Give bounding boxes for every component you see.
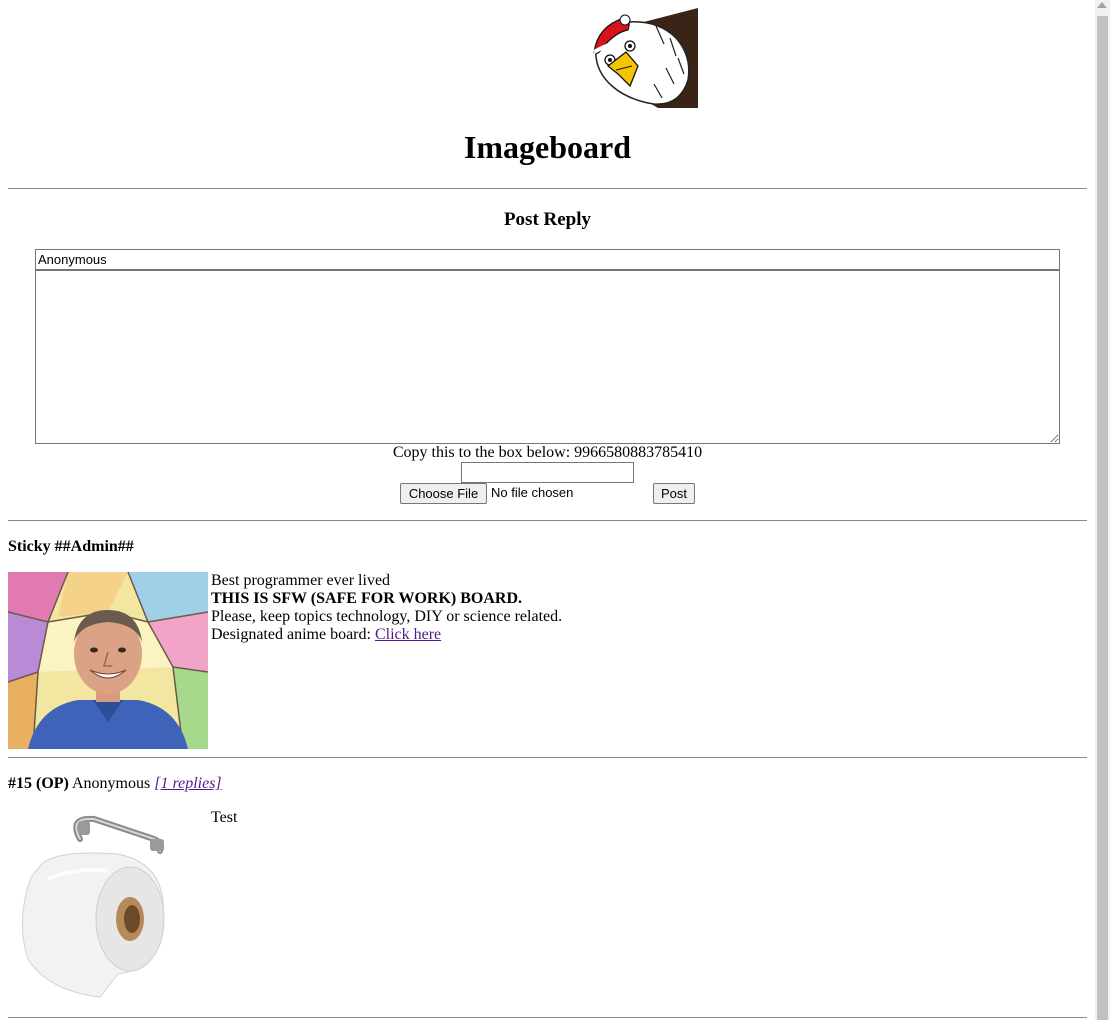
post-reply-heading: Post Reply <box>503 209 592 230</box>
page: Imageboard Post Reply Copy this to the b… <box>0 0 1095 1020</box>
sticky-body: Best programmer ever lived THIS IS SFW (… <box>211 572 562 644</box>
sticky-line-2: THIS IS SFW (SAFE FOR WORK) BOARD. <box>211 590 523 607</box>
eagle-logo <box>588 8 698 108</box>
thread-image[interactable] <box>8 809 208 1004</box>
divider <box>8 520 1087 521</box>
divider <box>8 1017 1087 1018</box>
sticky-line-4: Designated anime board: Click here <box>211 626 562 644</box>
choose-file-button[interactable]: Choose File <box>400 483 487 504</box>
scroll-up-arrow-icon[interactable] <box>1097 2 1107 8</box>
sticky-heading: Sticky ##Admin## <box>8 538 134 555</box>
captcha-input[interactable] <box>461 462 634 483</box>
file-status-text: No file chosen <box>491 485 574 500</box>
message-textarea[interactable] <box>35 270 1060 444</box>
sticky-line-4-prefix: Designated anime board: <box>211 626 375 643</box>
anime-board-link[interactable]: Click here <box>375 626 441 643</box>
captcha-prompt: Copy this to the box below: 996658088378… <box>392 444 703 461</box>
board-title: Imageboard <box>463 129 632 165</box>
thread-number: #15 (OP) <box>8 775 69 792</box>
thread-header: #15 (OP) Anonymous [1 replies] <box>8 775 222 793</box>
sticky-line-1: Best programmer ever lived <box>211 572 391 589</box>
scrollbar-thumb[interactable] <box>1097 16 1108 1020</box>
post-button[interactable]: Post <box>653 483 695 504</box>
sticky-line-3: Please, keep topics technology, DIY or s… <box>211 608 563 625</box>
thread-author: Anonymous <box>72 775 151 792</box>
thread-text: Test <box>211 809 238 826</box>
divider <box>8 757 1087 758</box>
name-field[interactable] <box>35 249 1060 270</box>
sticky-portrait-image[interactable] <box>8 572 208 749</box>
divider <box>8 188 1087 189</box>
thread-replies-link[interactable]: [1 replies] <box>154 775 221 792</box>
